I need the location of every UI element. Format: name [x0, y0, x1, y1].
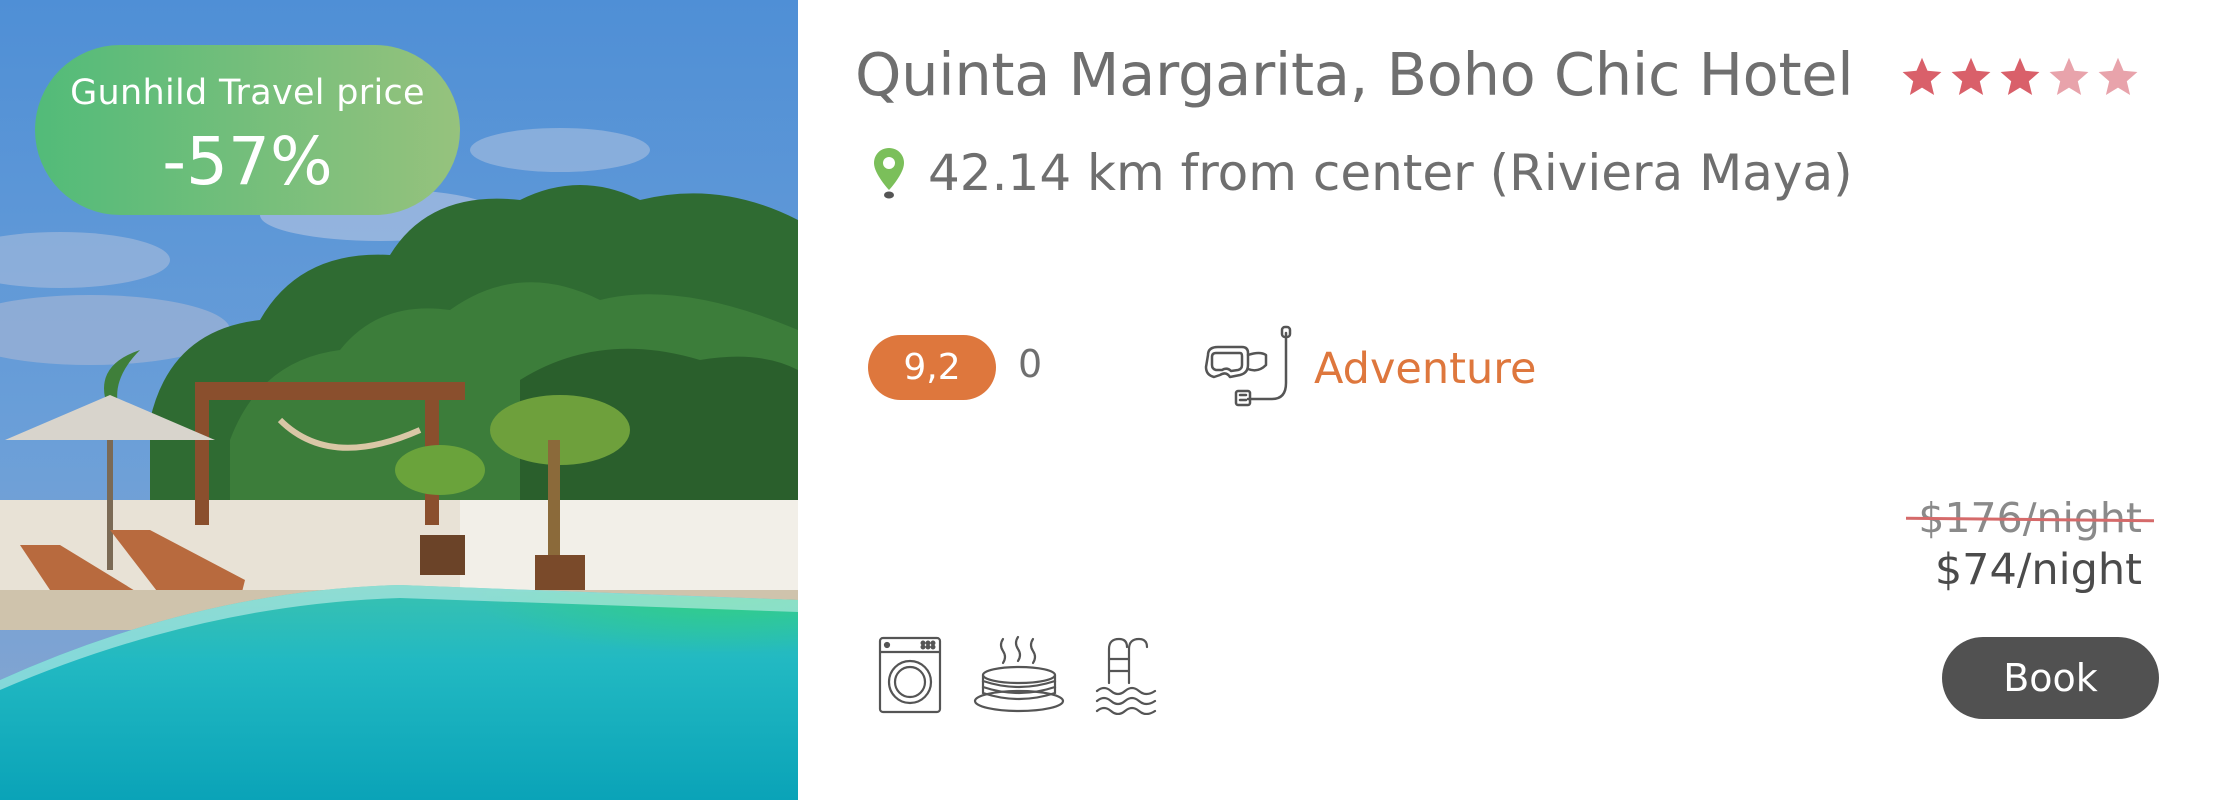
book-button[interactable]: Book: [1942, 637, 2159, 719]
snorkel-mask-icon: [1204, 325, 1292, 407]
hotel-theme: Adventure: [1200, 325, 1536, 413]
star-rating: [1900, 55, 2140, 105]
current-price: $74/night: [1934, 545, 2142, 595]
star-filled-icon: [1902, 57, 1942, 95]
star-filled-icon: [2000, 57, 2040, 95]
review-score-badge: 9,2: [868, 335, 996, 400]
hotel-location: 42.14 km from center (Riviera Maya): [872, 138, 1853, 208]
discount-value: -57%: [162, 123, 333, 200]
theme-label: Adventure: [1314, 344, 1537, 394]
location-text: 42.14 km from center (Riviera Maya): [928, 144, 1853, 202]
hotel-card[interactable]: Gunhild Travel price -57% Quinta Margari…: [0, 0, 2240, 800]
discount-badge: Gunhild Travel price -57%: [35, 45, 460, 215]
review-count: 0: [1018, 342, 1043, 386]
star-empty-icon: [2098, 57, 2138, 95]
original-price: $176/night: [1918, 494, 2142, 542]
star-empty-icon: [2049, 57, 2089, 95]
map-pin-icon: [874, 148, 904, 199]
star-filled-icon: [1951, 57, 1991, 95]
hotel-photo[interactable]: Gunhild Travel price -57%: [0, 0, 798, 800]
hotel-name[interactable]: Quinta Margarita, Boho Chic Hotel: [855, 40, 1854, 109]
washing-machine-icon: [878, 636, 942, 714]
pancakes-breakfast-icon: [973, 635, 1065, 713]
amenity-list: [877, 635, 1157, 715]
discount-label: Gunhild Travel price: [70, 73, 425, 113]
swimming-pool-icon: [1095, 637, 1157, 715]
